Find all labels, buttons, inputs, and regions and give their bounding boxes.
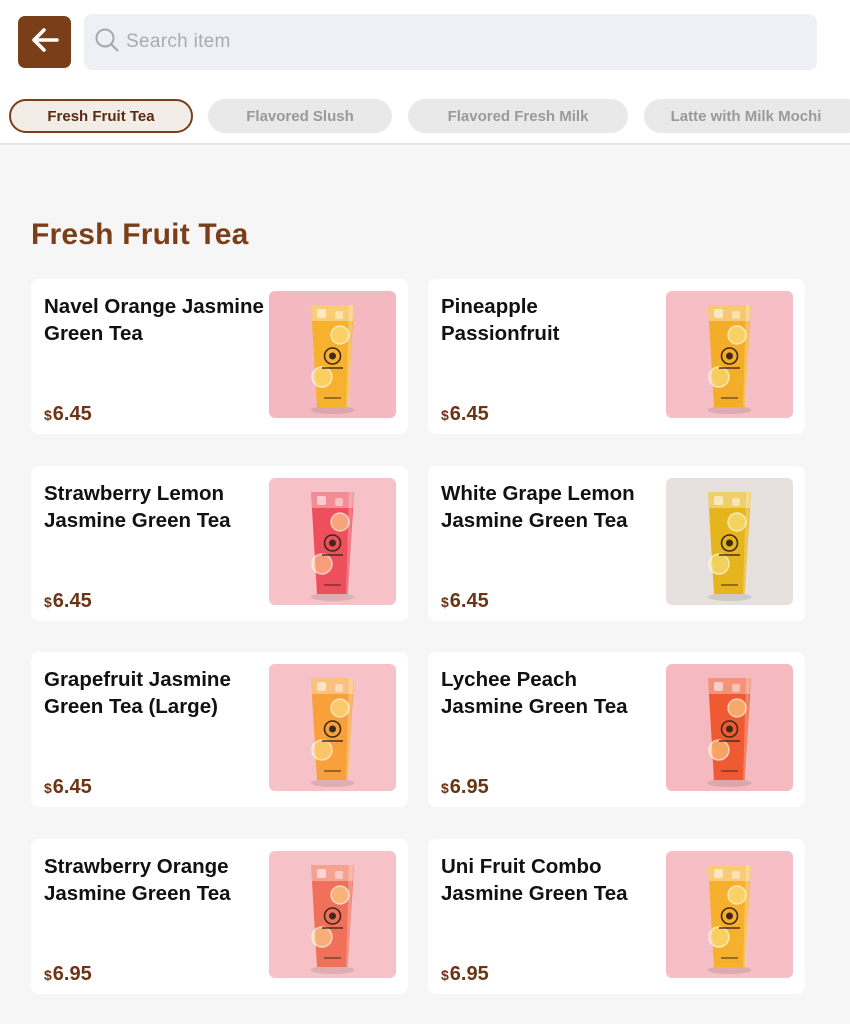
currency-symbol: $ <box>441 967 449 983</box>
currency-symbol: $ <box>441 780 449 796</box>
top-bar: Fresh Fruit Tea Flavored Slush Flavored … <box>0 0 850 145</box>
cup-drink-icon <box>310 678 355 787</box>
menu-item-card[interactable]: Strawberry Lemon Jasmine Green Tea $6.45 <box>31 466 408 621</box>
currency-symbol: $ <box>44 594 52 610</box>
price-value: 6.45 <box>449 403 489 425</box>
item-price: $6.95 <box>441 776 489 799</box>
item-photo <box>666 851 793 978</box>
item-photo <box>666 478 793 605</box>
item-photo <box>269 291 396 418</box>
search-icon <box>94 27 120 58</box>
menu-item-card[interactable]: Navel Orange Jasmine Green Tea $6.45 <box>31 279 408 434</box>
item-price: $6.45 <box>44 403 92 426</box>
price-value: 6.45 <box>52 776 92 798</box>
item-photo <box>269 664 396 791</box>
cup-drink-icon <box>707 305 752 414</box>
item-name: Navel Orange Jasmine Green Tea <box>44 295 264 345</box>
cup-drink-icon <box>707 678 752 787</box>
item-photo <box>666 664 793 791</box>
tab-flavored-slush[interactable]: Flavored Slush <box>208 99 392 133</box>
item-name: Grapefruit Jasmine Green Tea (Large) <box>44 668 231 718</box>
menu-item-card[interactable]: Uni Fruit Combo Jasmine Green Tea $6.95 <box>428 839 805 994</box>
section-title: Fresh Fruit Tea <box>31 218 249 251</box>
item-price: $6.95 <box>44 963 92 986</box>
menu-item-card[interactable]: Pineapple Passionfruit $6.45 <box>428 279 805 434</box>
cup-drink-icon <box>707 865 752 974</box>
tab-latte-with-milk-mochi[interactable]: Latte with Milk Mochi <box>644 99 850 133</box>
item-price: $6.45 <box>441 590 489 613</box>
price-value: 6.95 <box>449 776 489 798</box>
menu-item-card[interactable]: White Grape Lemon Jasmine Green Tea $6.45 <box>428 466 805 621</box>
cup-drink-icon <box>310 865 355 974</box>
item-photo <box>269 478 396 605</box>
item-name: Uni Fruit Combo Jasmine Green Tea <box>441 855 628 905</box>
cup-drink-icon <box>707 492 752 601</box>
price-value: 6.45 <box>52 403 92 425</box>
item-price: $6.45 <box>44 776 92 799</box>
tab-fresh-fruit-tea[interactable]: Fresh Fruit Tea <box>9 99 193 133</box>
item-name: Strawberry Lemon Jasmine Green Tea <box>44 482 231 532</box>
menu-item-card[interactable]: Strawberry Orange Jasmine Green Tea $6.95 <box>31 839 408 994</box>
currency-symbol: $ <box>44 967 52 983</box>
currency-symbol: $ <box>441 594 449 610</box>
price-value: 6.45 <box>52 590 92 612</box>
currency-symbol: $ <box>44 407 52 423</box>
search-bar <box>84 14 817 70</box>
item-price: $6.45 <box>441 403 489 426</box>
cup-drink-icon <box>310 492 355 601</box>
cup-drink-icon <box>310 305 355 414</box>
arrow-left-icon <box>30 27 60 58</box>
item-name: Pineapple Passionfruit <box>441 295 560 345</box>
currency-symbol: $ <box>441 407 449 423</box>
menu-item-card[interactable]: Grapefruit Jasmine Green Tea (Large) $6.4… <box>31 652 408 807</box>
currency-symbol: $ <box>44 780 52 796</box>
price-value: 6.95 <box>52 963 92 985</box>
price-value: 6.95 <box>449 963 489 985</box>
item-photo <box>666 291 793 418</box>
back-button[interactable] <box>18 16 71 68</box>
item-name: Lychee Peach Jasmine Green Tea <box>441 668 628 718</box>
search-input[interactable] <box>126 31 726 53</box>
item-name: Strawberry Orange Jasmine Green Tea <box>44 855 231 905</box>
item-price: $6.45 <box>44 590 92 613</box>
category-tabs: Fresh Fruit Tea Flavored Slush Flavored … <box>0 99 850 133</box>
tab-flavored-fresh-milk[interactable]: Flavored Fresh Milk <box>408 99 628 133</box>
item-name: White Grape Lemon Jasmine Green Tea <box>441 482 635 532</box>
item-price: $6.95 <box>441 963 489 986</box>
price-value: 6.45 <box>449 590 489 612</box>
item-photo <box>269 851 396 978</box>
menu-item-card[interactable]: Lychee Peach Jasmine Green Tea $6.95 <box>428 652 805 807</box>
